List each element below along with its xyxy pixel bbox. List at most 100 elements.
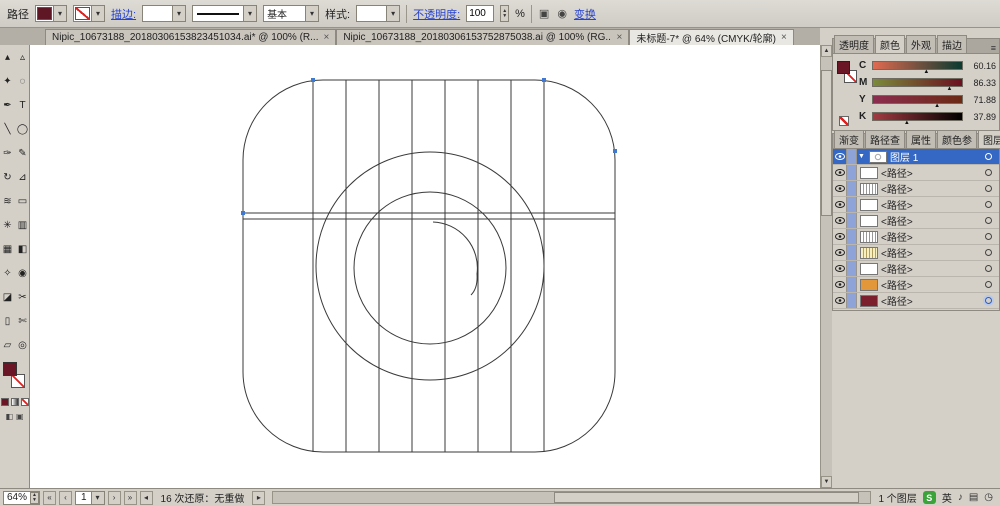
color-button[interactable]: [0, 398, 9, 406]
select-similar-icon[interactable]: ▣: [538, 7, 550, 20]
transform-link[interactable]: 变换: [574, 6, 596, 22]
mesh-tool[interactable]: ▦: [0, 237, 15, 261]
target-circle[interactable]: [985, 153, 992, 160]
ime-language-label[interactable]: 英: [942, 490, 952, 505]
lock-column[interactable]: [847, 277, 857, 292]
target-circle[interactable]: [985, 217, 992, 224]
opacity-spinner[interactable]: ▲ ▼: [500, 5, 510, 22]
zoom-tool[interactable]: ◎: [15, 333, 30, 357]
paintbrush-tool[interactable]: ✑: [0, 141, 15, 165]
stroke-weight-dropdown[interactable]: ▾: [142, 5, 187, 22]
style-dropdown[interactable]: ▾: [356, 5, 401, 22]
scrollbar-thumb[interactable]: [554, 492, 859, 503]
slider-marker[interactable]: ▲: [934, 103, 940, 109]
brush-definition-dropdown[interactable]: ▾: [192, 5, 258, 22]
keyboard-icon[interactable]: ▤: [969, 492, 978, 503]
symbol-sprayer-tool[interactable]: ✳: [0, 213, 15, 237]
lock-column[interactable]: [847, 149, 857, 164]
document-tab[interactable]: Nipic_10673188_20180306153752875038.ai @…: [336, 29, 630, 45]
panel-tab-stroke[interactable]: 描边: [937, 35, 967, 53]
history-back-button[interactable]: ◂: [139, 490, 153, 505]
disclosure-triangle[interactable]: ▼: [858, 153, 865, 160]
target-circle[interactable]: [985, 281, 992, 288]
target-circle[interactable]: [985, 249, 992, 256]
magic-wand-tool[interactable]: ✦: [0, 69, 15, 93]
clock-icon[interactable]: ◷: [984, 492, 993, 503]
panel-tab-color-guide[interactable]: 颜色参: [937, 130, 977, 148]
visibility-eye-icon[interactable]: [833, 229, 847, 244]
canvas[interactable]: [30, 45, 820, 488]
panel-tab-transparency[interactable]: 透明度: [834, 35, 874, 53]
layer-item-row[interactable]: <路径>: [833, 197, 999, 213]
visibility-eye-icon[interactable]: [833, 277, 847, 292]
layer-item-row[interactable]: <路径>: [833, 277, 999, 293]
close-icon[interactable]: ×: [781, 32, 787, 43]
last-page-button[interactable]: »: [123, 490, 137, 505]
layer-item-row[interactable]: <路径>: [833, 261, 999, 277]
layer-item-row[interactable]: <路径>: [833, 293, 999, 309]
lock-column[interactable]: [847, 229, 857, 244]
visibility-eye-icon[interactable]: [833, 149, 847, 164]
fill-color-dropdown[interactable]: ▾: [35, 5, 67, 22]
anchor-point[interactable]: [613, 149, 617, 153]
chevron-down-icon[interactable]: ▾: [386, 6, 400, 21]
scroll-down-arrow[interactable]: ▼: [821, 476, 832, 488]
layer-item-row[interactable]: <路径>: [833, 213, 999, 229]
screen-mode-full-icon[interactable]: ▣: [16, 412, 24, 421]
speaker-icon[interactable]: ♪: [958, 492, 963, 503]
hand-tool[interactable]: ▱: [0, 333, 15, 357]
slider-marker[interactable]: ▲: [904, 120, 910, 126]
zoom-level[interactable]: 64% ▲ ▼: [3, 490, 40, 505]
prev-page-button[interactable]: ‹: [58, 490, 72, 505]
artwork-inner-circle[interactable]: [353, 191, 507, 345]
panel-tab-attributes[interactable]: 属性: [906, 130, 936, 148]
chevron-down-icon[interactable]: ▾: [172, 6, 186, 21]
visibility-eye-icon[interactable]: [833, 197, 847, 212]
slider-marker[interactable]: ▲: [947, 86, 953, 92]
lasso-tool[interactable]: ◌: [15, 69, 30, 93]
lock-column[interactable]: [847, 213, 857, 228]
lock-column[interactable]: [847, 181, 857, 196]
first-page-button[interactable]: «: [42, 490, 56, 505]
screen-mode-normal-icon[interactable]: ◧: [5, 412, 13, 421]
visibility-eye-icon[interactable]: [833, 181, 847, 196]
chevron-down-icon[interactable]: ▾: [91, 6, 104, 21]
artwork-spiral[interactable]: [432, 221, 478, 296]
document-tab[interactable]: Nipic_10673188_20180306153823451034.ai* …: [45, 29, 337, 45]
panel-tab-appearance[interactable]: 外观: [906, 35, 936, 53]
target-circle[interactable]: [985, 265, 992, 272]
panel-tab-layers[interactable]: 图层: [978, 130, 1000, 148]
target-circle[interactable]: [985, 297, 992, 304]
layer-row-layer1[interactable]: ▼ 图层 1: [833, 149, 999, 165]
chevron-down-icon[interactable]: ▾: [53, 6, 66, 21]
lock-column[interactable]: [847, 245, 857, 260]
lock-column[interactable]: [847, 197, 857, 212]
scroll-up-arrow[interactable]: ▲: [821, 45, 832, 57]
panel-tab-gradient[interactable]: 渐变: [834, 130, 864, 148]
scale-tool[interactable]: ⊿: [15, 165, 30, 189]
direct-selection-tool[interactable]: ▵: [15, 45, 30, 69]
target-circle[interactable]: [985, 185, 992, 192]
lock-column[interactable]: [847, 293, 857, 308]
width-tool[interactable]: ≋: [0, 189, 15, 213]
zoom-spinner[interactable]: ▲ ▼: [30, 491, 39, 504]
layer-item-row[interactable]: <路径>: [833, 165, 999, 181]
opacity-input[interactable]: [466, 5, 495, 22]
history-forward-button[interactable]: ▸: [252, 490, 266, 505]
free-transform-tool[interactable]: ▭: [15, 189, 30, 213]
stroke-swatch-box[interactable]: [11, 374, 25, 388]
type-tool[interactable]: T: [15, 93, 30, 117]
target-circle[interactable]: [985, 201, 992, 208]
target-circle[interactable]: [985, 233, 992, 240]
chevron-down-icon[interactable]: ▾: [243, 6, 257, 21]
anchor-point[interactable]: [311, 78, 315, 82]
vertical-scrollbar[interactable]: ▲ ▼: [820, 45, 832, 488]
visibility-eye-icon[interactable]: [833, 293, 847, 308]
layer-item-row[interactable]: <路径>: [833, 229, 999, 245]
lock-column[interactable]: [847, 261, 857, 276]
anchor-point[interactable]: [542, 78, 546, 82]
visibility-eye-icon[interactable]: [833, 261, 847, 276]
visibility-eye-icon[interactable]: [833, 213, 847, 228]
color-slider[interactable]: ▲: [872, 78, 963, 92]
ellipse-tool[interactable]: ◯: [15, 117, 30, 141]
